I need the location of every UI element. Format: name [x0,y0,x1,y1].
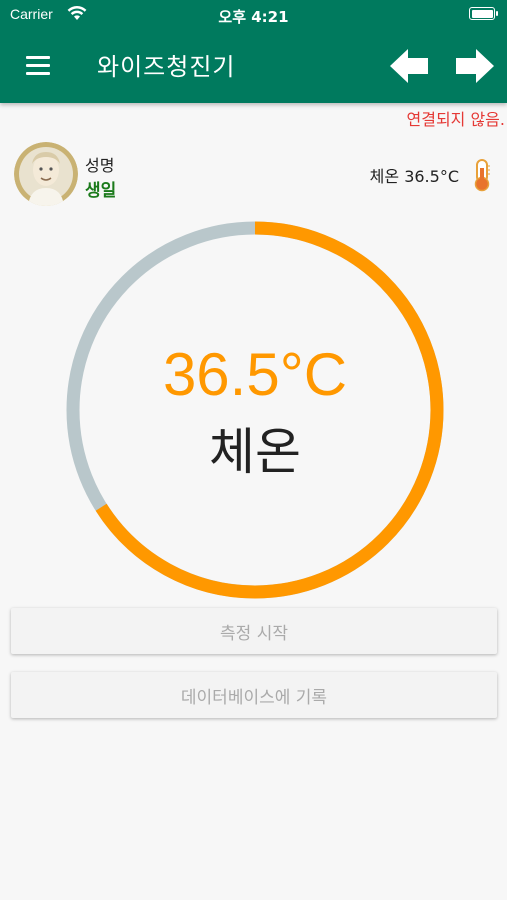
gauge-value: 36.5°C [162,341,348,408]
menu-button[interactable] [20,52,56,82]
status-time: 오후 4:21 [218,8,289,26]
avatar-face-icon [14,142,78,206]
save-to-database-button[interactable]: 데이터베이스에 기록 [11,672,497,718]
arrow-left-icon [390,49,428,83]
app-bar: Carrier 오후 4:21 와이즈청진기 [0,0,507,103]
start-measurement-button[interactable]: 측정 시작 [11,608,497,654]
next-button[interactable] [450,44,498,88]
profile-birth: 생일 [85,181,117,201]
gauge-caption: 체온 [209,423,301,481]
profile-name: 성명 [85,156,115,175]
avatar[interactable] [14,142,78,206]
connection-status: 연결되지 않음. [406,110,506,129]
arrow-right-icon [456,49,494,83]
thermometer-icon [470,158,494,192]
previous-button[interactable] [386,44,434,88]
temperature-gauge [66,221,444,599]
battery-icon [469,7,498,20]
page-title: 와이즈청진기 [97,53,236,81]
temperature-readout: 체온 36.5°C [369,167,459,186]
status-bar: Carrier 오후 4:21 [0,0,507,30]
